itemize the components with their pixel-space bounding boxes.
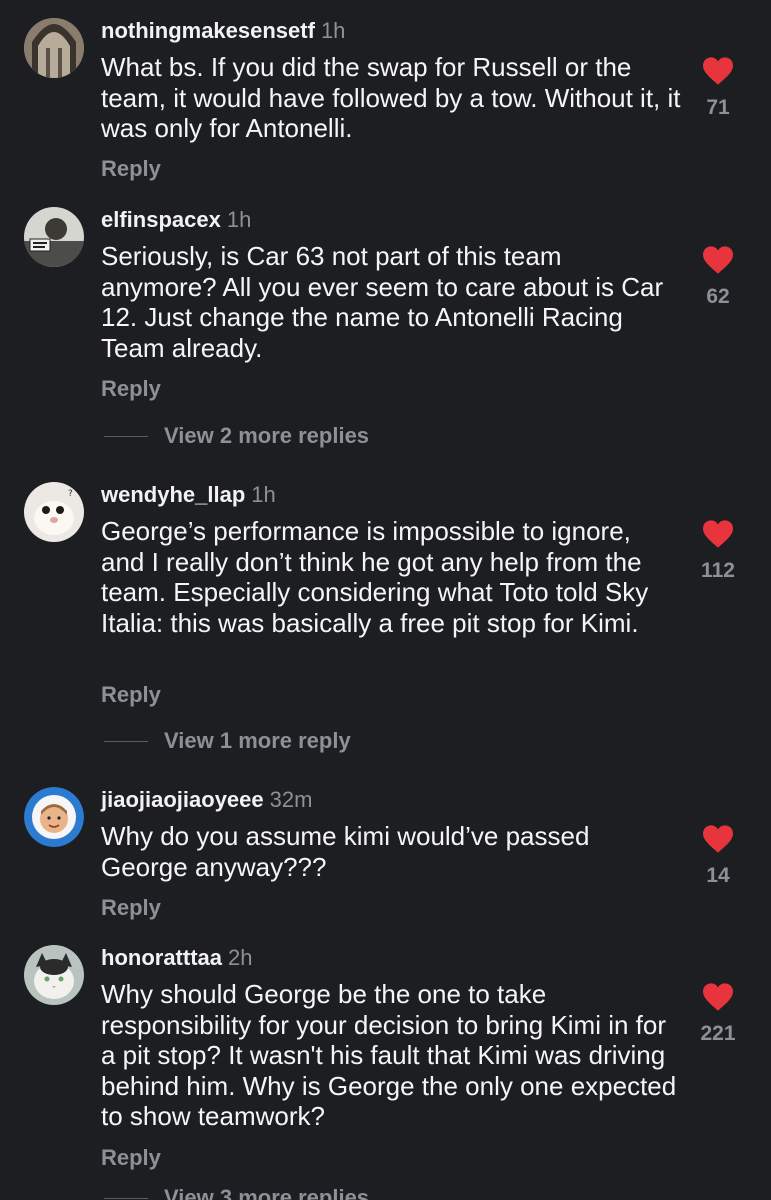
heart-icon[interactable]: [701, 245, 735, 275]
timestamp: 32m: [269, 787, 313, 812]
comment-meta: nothingmakesensetf 1h: [101, 18, 345, 44]
reply-button[interactable]: Reply: [101, 156, 161, 182]
comment-meta: elfinspacex 1h: [101, 207, 251, 233]
like-control: 71: [698, 56, 738, 120]
divider: [104, 1197, 148, 1199]
reply-button[interactable]: Reply: [101, 376, 161, 402]
like-count: 71: [706, 96, 730, 119]
avatar[interactable]: [24, 945, 84, 1005]
timestamp: 2h: [228, 945, 253, 970]
view-more-replies[interactable]: View 3 more replies: [104, 1185, 369, 1200]
like-control: 112: [698, 519, 738, 583]
divider: [104, 740, 148, 742]
timestamp: 1h: [226, 207, 252, 232]
like-count: 62: [706, 285, 730, 308]
view-more-label: View 3 more replies: [164, 1185, 370, 1200]
like-count: 14: [706, 864, 730, 887]
comment-text: Seriously, is Car 63 not part of this te…: [101, 241, 664, 363]
comment-text: Why do you assume kimi would’ve passed G…: [101, 821, 590, 882]
timestamp: 1h: [320, 18, 346, 43]
view-more-label: View 1 more reply: [164, 728, 351, 753]
comment-text: What bs. If you did the swap for Russell…: [101, 52, 681, 143]
reply-button[interactable]: Reply: [101, 895, 161, 921]
avatar[interactable]: [24, 207, 84, 267]
view-more-replies[interactable]: View 2 more replies: [104, 423, 369, 449]
avatar[interactable]: [24, 787, 84, 847]
username[interactable]: wendyhe_llap: [101, 482, 245, 507]
reply-button[interactable]: Reply: [101, 682, 161, 708]
username[interactable]: nothingmakesensetf: [101, 18, 315, 43]
timestamp: 1h: [251, 482, 276, 507]
like-count: 221: [700, 1022, 736, 1045]
svg-text:?: ?: [68, 489, 73, 499]
view-more-label: View 2 more replies: [164, 423, 370, 448]
username[interactable]: elfinspacex: [101, 207, 221, 232]
comment-meta: honoratttaa 2h: [101, 945, 252, 971]
like-control: 221: [698, 982, 738, 1046]
comment-meta: wendyhe_llap 1h: [101, 482, 276, 508]
heart-icon[interactable]: [701, 519, 735, 549]
view-more-replies[interactable]: View 1 more reply: [104, 728, 351, 754]
like-count: 112: [701, 559, 735, 582]
comment-text: George’s performance is impossible to ig…: [101, 516, 649, 638]
avatar[interactable]: [24, 18, 84, 78]
heart-icon[interactable]: [701, 982, 735, 1012]
divider: [104, 435, 148, 437]
avatar[interactable]: ?: [24, 482, 84, 542]
comments-page: nothingmakesensetf 1h What bs. If you did…: [0, 0, 771, 1200]
heart-icon[interactable]: [701, 824, 735, 854]
comment-meta: jiaojiaojiaoyeee 32m: [101, 787, 312, 813]
heart-icon[interactable]: [701, 56, 735, 86]
like-control: 14: [698, 824, 738, 888]
comment-text: Why should George be the one to take res…: [101, 979, 677, 1131]
username[interactable]: jiaojiaojiaoyeee: [101, 787, 264, 812]
like-control: 62: [698, 245, 738, 309]
reply-button[interactable]: Reply: [101, 1145, 161, 1171]
username[interactable]: honoratttaa: [101, 945, 222, 970]
